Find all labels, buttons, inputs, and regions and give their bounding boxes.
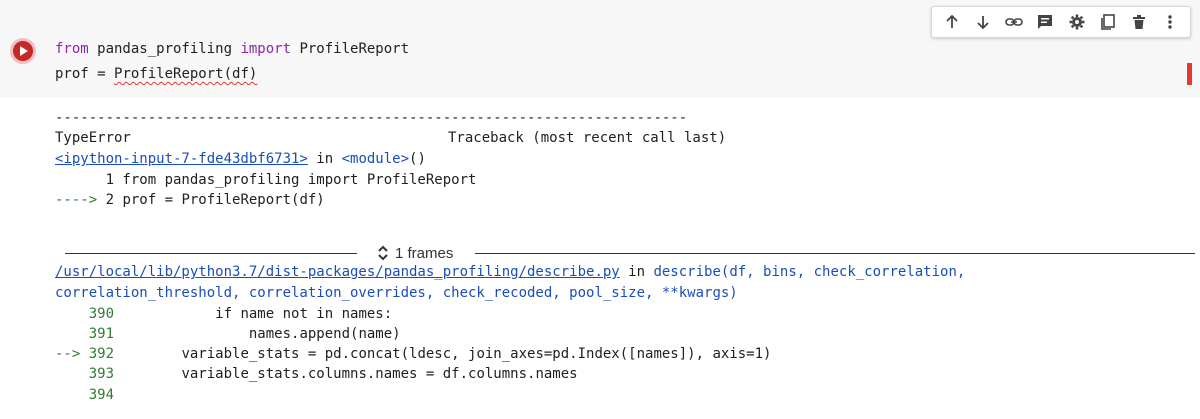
source-line: --> 392 variable_stats = pd.concat(ldesc… xyxy=(55,344,771,364)
frame1-source-line-2: ----> 2 prof = ProfileReport(df) xyxy=(55,190,325,210)
line-prefix xyxy=(55,306,89,322)
source-line: 390 if name not in names: xyxy=(55,304,392,324)
module-name: pandas_profiling xyxy=(88,41,241,57)
source-line: 394 xyxy=(55,385,114,405)
run-cell-button[interactable] xyxy=(10,38,36,64)
mirror-cell-button[interactable] xyxy=(1097,11,1119,33)
assignment: prof = xyxy=(55,66,115,82)
frame2-args: (df, bins, check_correlation, xyxy=(720,264,966,280)
frame2-link[interactable]: /usr/local/lib/python3.7/dist-packages/p… xyxy=(55,264,620,280)
line-number: 391 xyxy=(88,326,115,342)
frames-toggle[interactable]: 1 frames xyxy=(377,243,453,263)
import-name: ProfileReport xyxy=(291,41,410,57)
cell-settings-button[interactable] xyxy=(1066,11,1088,33)
line-prefix xyxy=(55,366,89,382)
line-code: variable_stats = pd.concat(ldesc, join_a… xyxy=(114,346,772,362)
code-editor[interactable]: from pandas_profiling import ProfileRepo… xyxy=(47,28,1197,98)
arrow-up-icon xyxy=(945,14,958,28)
code-line-1: from pandas_profiling import ProfileRepo… xyxy=(55,39,409,59)
arrow-down-icon xyxy=(977,16,989,30)
frame1-link[interactable]: <ipython-input-7-fde43dbf6731> xyxy=(55,151,308,167)
frame1-in: in xyxy=(307,151,342,167)
more-options-button[interactable] xyxy=(1159,11,1181,33)
line-prefix: --> xyxy=(55,346,89,362)
gear-icon xyxy=(1069,14,1085,30)
line-number: 392 xyxy=(88,346,115,362)
error-type: TypeError xyxy=(55,130,131,146)
move-cell-up-button[interactable] xyxy=(941,11,963,33)
divider-line-right xyxy=(475,253,1195,254)
frame1-parens: () xyxy=(409,151,426,167)
move-cell-down-button[interactable] xyxy=(972,11,994,33)
line-number: 390 xyxy=(88,306,115,322)
line-prefix xyxy=(55,387,89,403)
line-number: 394 xyxy=(88,387,115,403)
comment-icon xyxy=(1038,15,1053,29)
error-marker xyxy=(1187,63,1192,85)
link-icon xyxy=(1005,18,1023,26)
frame1-module: <module> xyxy=(341,151,410,167)
trash-icon xyxy=(1133,15,1146,29)
frame2-in: in xyxy=(619,264,654,280)
unfold-icon xyxy=(378,245,388,261)
play-icon xyxy=(20,46,28,56)
cell-toolbar xyxy=(931,6,1191,38)
frame2-function: describe xyxy=(653,264,721,280)
add-comment-button[interactable] xyxy=(1034,11,1056,33)
delete-cell-button[interactable] xyxy=(1128,11,1150,33)
code-cell-input: from pandas_profiling import ProfileRepo… xyxy=(0,0,1200,98)
current-line-arrow: ----> xyxy=(55,192,98,208)
more-vert-icon xyxy=(1168,15,1173,29)
frame2-args-cont: correlation_threshold, correlation_overr… xyxy=(55,285,738,301)
frame1-source-code: 2 prof = ProfileReport(df) xyxy=(97,192,325,208)
error-header: TypeError Traceback (most recent call las… xyxy=(55,128,726,148)
error-call: ProfileReport(df) xyxy=(114,66,258,82)
frame2-header: /usr/local/lib/python3.7/dist-packages/p… xyxy=(55,262,965,282)
link-to-cell-button[interactable] xyxy=(1003,11,1025,33)
line-code: variable_stats.columns.names = df.column… xyxy=(114,366,578,382)
line-code: if name not in names: xyxy=(114,306,393,322)
source-line: 393 variable_stats.columns.names = df.co… xyxy=(55,364,578,384)
frames-label-text: 1 frames xyxy=(395,244,454,262)
line-number: 393 xyxy=(88,366,115,382)
mirror-cell-icon xyxy=(1101,14,1115,30)
error-dashes: ----------------------------------------… xyxy=(55,110,688,126)
divider-line-left xyxy=(65,253,357,254)
frames-divider: 1 frames xyxy=(65,243,1195,263)
traceback-header: Traceback (most recent call last) xyxy=(448,130,727,146)
cell-output: ----------------------------------------… xyxy=(0,98,1200,419)
frame1-source-line-1: 1 from pandas_profiling import ProfileRe… xyxy=(55,172,477,188)
keyword-import: import xyxy=(240,41,292,57)
line-prefix xyxy=(55,326,89,342)
frame1-header: <ipython-input-7-fde43dbf6731> in <modul… xyxy=(55,149,426,169)
line-code: names.append(name) xyxy=(114,326,401,342)
source-line: 391 names.append(name) xyxy=(55,324,401,344)
code-line-2: prof = ProfileReport(df) xyxy=(55,64,257,84)
keyword-from: from xyxy=(55,41,89,57)
